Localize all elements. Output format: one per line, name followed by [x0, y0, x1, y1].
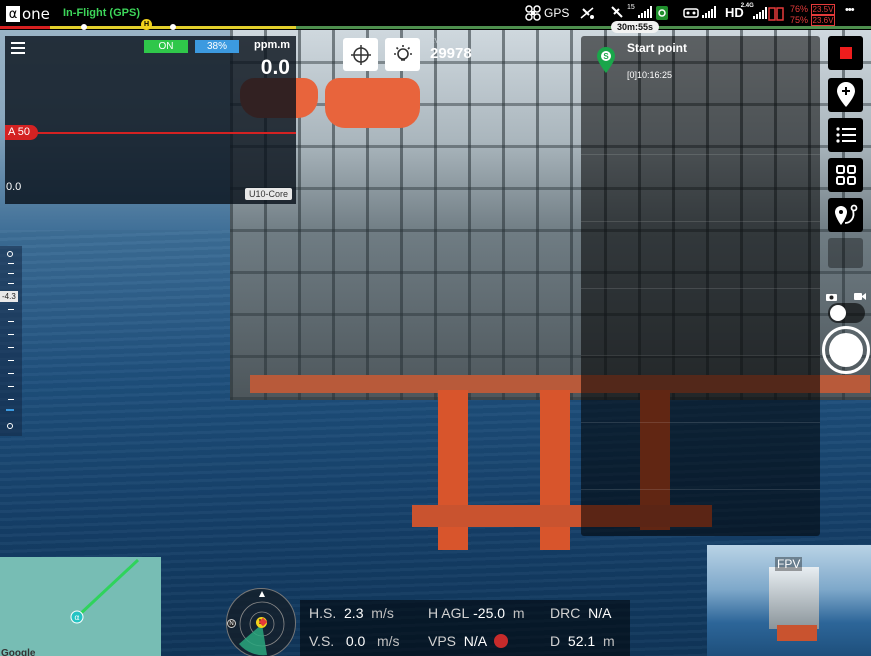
- gas-sensor-panel[interactable]: ON 38% ppm.m 0.0 A 50 0.0 U10-Core: [5, 36, 296, 204]
- gimbal-pitch-value: -4.3: [0, 291, 18, 302]
- flight-timer: 30m:55s: [611, 21, 660, 33]
- battery-icon: [768, 6, 784, 22]
- no-signal-icon: [578, 5, 596, 21]
- vps-warning-icon: [494, 634, 509, 648]
- fpv-preview[interactable]: FPV: [707, 545, 871, 656]
- shutter-button[interactable]: [822, 326, 870, 374]
- route-button[interactable]: [828, 198, 863, 232]
- pin-letter: S: [603, 52, 609, 61]
- exposure-value: 29978: [430, 45, 472, 62]
- signal-bars-icon: [752, 6, 767, 19]
- battery-status[interactable]: 76% 23.5V 75% 23.6V: [790, 4, 836, 26]
- video-bitrate: 2.4G: [740, 2, 754, 9]
- video-camera-icon: [854, 293, 866, 300]
- satellite-icon: [611, 6, 623, 18]
- vps-status: VPS N/A: [428, 633, 509, 649]
- grid-button[interactable]: [828, 158, 863, 192]
- sensor-device-name: U10-Core: [244, 188, 292, 200]
- drone-position-icon: α: [74, 613, 79, 622]
- flight-path: α: [70, 558, 140, 624]
- status-bar: α one In-Flight (GPS) GPS 15 HD 2.4G 76%: [0, 0, 871, 30]
- waypoint-title[interactable]: Start point: [627, 41, 687, 55]
- more-menu-button[interactable]: •••: [845, 4, 855, 16]
- sensor-unit: ppm.m: [254, 39, 291, 51]
- battery-1-voltage: 23.5V: [810, 4, 836, 15]
- sensor-menu-button[interactable]: [11, 42, 25, 54]
- photo-camera-icon: [826, 294, 837, 301]
- sensor-axis-min: 0.0: [6, 181, 22, 193]
- battery-1-percent: 76%: [790, 4, 809, 14]
- vertical-speed: V.S. 0.0 m/s: [309, 633, 400, 649]
- add-location-icon: [836, 82, 855, 107]
- map-attribution: Google: [1, 648, 36, 656]
- gimbal-zero-marker: [6, 409, 14, 411]
- flight-progress-bar: [0, 24, 871, 30]
- signal-bars-icon: [702, 6, 716, 18]
- fpv-label: FPV: [775, 557, 803, 571]
- battery-2-voltage: 23.6V: [810, 15, 836, 26]
- alarm-threshold-tag[interactable]: A 50: [5, 125, 39, 140]
- remote-controller-icon: [683, 8, 699, 18]
- sensor-reading: 0.0: [260, 56, 290, 79]
- gimbal-pitch-scale[interactable]: -4.3: [0, 246, 22, 436]
- satellite-signal[interactable]: 15: [610, 3, 652, 19]
- satellite-count: 15: [627, 3, 635, 11]
- lightbulb-icon: [393, 44, 412, 61]
- fpv-platform-legs: [777, 625, 817, 641]
- logo-glyph: α: [6, 6, 20, 22]
- spotlight-button[interactable]: [385, 38, 420, 71]
- flight-status: In-Flight (GPS): [63, 7, 140, 19]
- progress-waypoint: [81, 24, 87, 30]
- grid-icon: [835, 165, 856, 185]
- waypoint-timestamp: [0]10:16:25: [627, 70, 673, 80]
- list-icon: [835, 127, 856, 143]
- camera-exposure-readout: EV 29978: [430, 38, 472, 62]
- list-button[interactable]: [828, 118, 863, 152]
- horizontal-speed: H.S. 2.3 m/s: [309, 605, 394, 621]
- logo-text: one: [22, 5, 50, 23]
- add-waypoint-button[interactable]: [828, 78, 863, 112]
- distance-from-home: D 52.1 m: [550, 633, 615, 649]
- telemetry-panel: H.S. 2.3 m/s V.S. 0.0 m/s H AGL -25.0 m …: [300, 600, 630, 656]
- fpv-platform: [769, 567, 819, 629]
- lifeboat: [325, 78, 420, 128]
- alarm-threshold-line: [5, 132, 296, 134]
- scale-bottom-dot-icon: [7, 423, 13, 429]
- progress-waypoint: [170, 24, 176, 30]
- battery-2-percent: 75%: [790, 15, 809, 25]
- video-link[interactable]: HD 2.4G: [725, 2, 767, 20]
- waypoint-list: [581, 88, 820, 528]
- rtk-status-icon[interactable]: [655, 5, 669, 21]
- crosshair-icon: [350, 44, 371, 65]
- remote-signal[interactable]: [683, 5, 716, 19]
- gps-label: GPS: [544, 6, 570, 20]
- right-panel-spacer: [828, 238, 863, 268]
- gps-indicator[interactable]: GPS: [525, 5, 569, 21]
- sensor-power-toggle[interactable]: ON: [144, 40, 188, 53]
- app-logo[interactable]: α one: [6, 4, 50, 24]
- drone-icon: [525, 5, 541, 21]
- map-pin-icon: S: [597, 47, 615, 73]
- stop-icon: [839, 47, 852, 59]
- photo-video-toggle[interactable]: [828, 303, 865, 323]
- attitude-radar: N H: [226, 588, 296, 656]
- home-point-marker: H: [141, 19, 152, 30]
- mini-map[interactable]: α Google: [0, 557, 161, 656]
- scale-top-dot-icon: [7, 251, 13, 257]
- sensor-level-percent: 38%: [195, 40, 239, 53]
- stop-button[interactable]: [828, 36, 863, 70]
- north-indicator: N: [227, 619, 236, 628]
- signal-bars-icon: [637, 6, 652, 18]
- focus-mode-button[interactable]: [343, 38, 378, 71]
- drc-status: DRC N/A: [550, 605, 612, 621]
- waypoint-panel[interactable]: S Start point [0]10:16:25: [581, 36, 820, 536]
- height-agl: H AGL -25.0 m: [428, 605, 525, 621]
- exposure-label: EV: [430, 38, 440, 45]
- progress-fill-red: [0, 26, 50, 29]
- route-icon: [834, 204, 857, 225]
